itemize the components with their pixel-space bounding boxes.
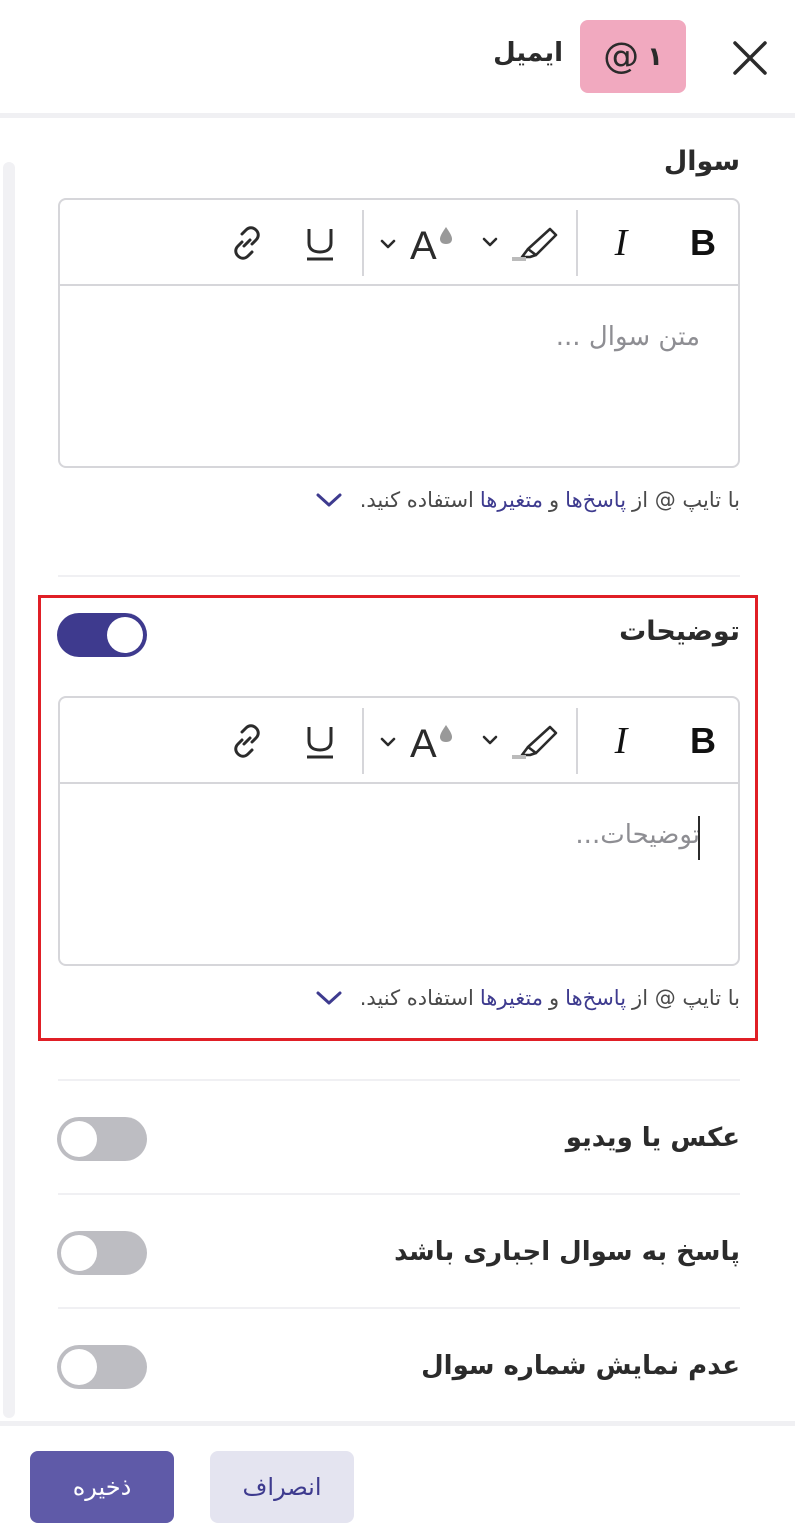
toggle-knob	[107, 617, 143, 653]
text-caret	[698, 816, 700, 860]
italic-icon: I	[614, 222, 628, 264]
font-color-icon: A	[380, 224, 452, 265]
svg-text:A: A	[410, 722, 437, 763]
question-toolbar: B I A	[60, 200, 738, 286]
required-toggle[interactable]	[57, 1231, 147, 1275]
italic-button[interactable]: I	[590, 200, 652, 286]
hint-and: و	[549, 488, 560, 512]
description-title: توضیحات	[619, 616, 740, 647]
underline-button[interactable]	[298, 698, 342, 784]
question-title: سوال	[663, 146, 740, 177]
description-toolbar: B I A	[60, 698, 738, 784]
scrollbar[interactable]	[3, 162, 15, 1418]
link-icon	[234, 226, 260, 260]
question-number: ۱	[647, 41, 663, 72]
question-text-area[interactable]: متن سوال ...	[60, 286, 738, 466]
description-hint: با تایپ @ از پاسخ‌ها و متغیرها استفاده ک…	[314, 986, 740, 1010]
font-color-dropdown[interactable]: A	[376, 200, 460, 286]
bold-button[interactable]: B	[668, 698, 738, 784]
toggle-knob	[61, 1121, 97, 1157]
hint-suffix: استفاده کنید.	[359, 488, 474, 512]
svg-text:A: A	[410, 224, 437, 265]
hide-number-option-label: عدم نمایش شماره سوال	[421, 1351, 740, 1381]
link-icon	[234, 724, 260, 758]
bold-icon: B	[690, 720, 716, 761]
hint-answers-link[interactable]: پاسخ‌ها	[565, 986, 626, 1010]
link-button[interactable]	[222, 698, 272, 784]
highlight-icon	[482, 227, 558, 261]
italic-icon: I	[614, 720, 628, 762]
media-toggle[interactable]	[57, 1117, 147, 1161]
at-icon: @	[603, 36, 640, 77]
highlight-dropdown[interactable]	[480, 200, 564, 286]
question-editor[interactable]: B I A متن سوال ...	[58, 198, 740, 468]
bold-button[interactable]: B	[668, 200, 738, 286]
header: ۱ @ ایمیل	[0, 0, 795, 118]
question-placeholder: متن سوال ...	[555, 322, 700, 352]
close-button[interactable]	[728, 36, 772, 80]
question-badge: ۱ @	[580, 20, 686, 93]
bold-icon: B	[690, 222, 716, 263]
toggle-knob	[61, 1235, 97, 1271]
hint-prefix: با تایپ @ از	[632, 986, 740, 1010]
underline-icon	[307, 727, 333, 759]
divider	[58, 1079, 740, 1081]
link-button[interactable]	[222, 200, 272, 286]
close-icon	[733, 41, 767, 75]
footer-divider	[0, 1421, 795, 1426]
description-placeholder: توضیحات...	[575, 820, 700, 850]
description-toggle[interactable]	[57, 613, 147, 657]
hint-prefix: با تایپ @ از	[632, 488, 740, 512]
required-option-label: پاسخ به سوال اجباری باشد	[394, 1237, 740, 1267]
divider	[58, 575, 740, 577]
highlight-dropdown[interactable]	[480, 698, 564, 784]
hint-and: و	[549, 986, 560, 1010]
font-color-icon: A	[380, 722, 452, 763]
toggle-knob	[61, 1349, 97, 1385]
description-editor[interactable]: B I A توضیحات...	[58, 696, 740, 966]
hint-suffix: استفاده کنید.	[359, 986, 474, 1010]
chevron-down-icon[interactable]	[314, 490, 344, 510]
italic-button[interactable]: I	[590, 698, 652, 784]
description-text-area[interactable]: توضیحات...	[60, 784, 738, 964]
hint-answers-link[interactable]: پاسخ‌ها	[565, 488, 626, 512]
media-option-label: عکس یا ویدیو	[565, 1123, 740, 1153]
highlight-icon	[482, 725, 558, 759]
underline-button[interactable]	[298, 200, 342, 286]
chevron-down-icon[interactable]	[314, 988, 344, 1008]
hide-number-toggle[interactable]	[57, 1345, 147, 1389]
underline-icon	[307, 229, 333, 261]
hint-variables-link[interactable]: متغیرها	[480, 488, 543, 512]
cancel-button[interactable]: انصراف	[210, 1451, 354, 1523]
save-button[interactable]: ذخیره	[30, 1451, 174, 1523]
font-color-dropdown[interactable]: A	[376, 698, 460, 784]
question-type-title: ایمیل	[493, 38, 563, 68]
divider	[58, 1307, 740, 1309]
hint-variables-link[interactable]: متغیرها	[480, 986, 543, 1010]
question-hint: با تایپ @ از پاسخ‌ها و متغیرها استفاده ک…	[314, 488, 740, 512]
divider	[58, 1193, 740, 1195]
